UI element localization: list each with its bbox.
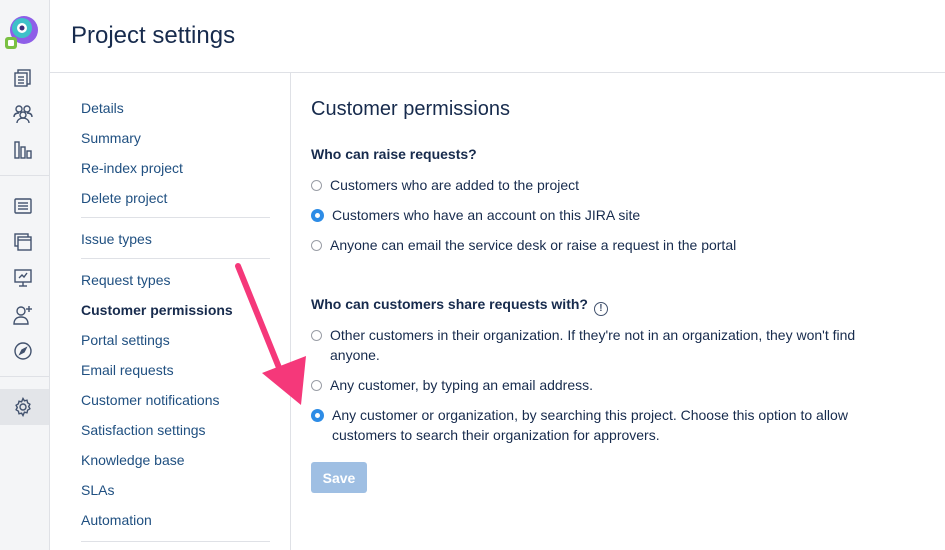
rail-divider: [0, 175, 49, 176]
explore-icon[interactable]: [11, 339, 35, 363]
option-label: Customers who have an account on this JI…: [332, 207, 641, 223]
share-option-search-project[interactable]: Any customer or organization, by searchi…: [311, 407, 871, 445]
sidebar-item-details[interactable]: Details: [81, 100, 124, 116]
sidebar-item-customer-permissions[interactable]: Customer permissions: [81, 302, 233, 318]
raise-request-icon[interactable]: [11, 266, 35, 290]
app-rail: [0, 0, 50, 550]
rail-divider: [0, 376, 49, 377]
queues-icon[interactable]: [11, 66, 35, 90]
radio-button[interactable]: [311, 330, 322, 341]
sidebar-item-summary[interactable]: Summary: [81, 130, 141, 146]
page-header: Project settings: [50, 0, 945, 73]
sidebar-divider: [81, 258, 270, 259]
sidebar-item-delete-project[interactable]: Delete project: [81, 190, 167, 206]
portal-icon[interactable]: [11, 230, 35, 254]
settings-sidebar: Details Summary Re-index project Delete …: [50, 73, 291, 550]
app-logo-icon[interactable]: [5, 15, 39, 49]
section-title: Customer permissions: [311, 98, 510, 120]
share-question-text: Who can customers share requests with?: [311, 296, 588, 312]
settings-icon[interactable]: [11, 395, 35, 419]
radio-button[interactable]: [311, 180, 322, 191]
radio-button-selected[interactable]: [311, 409, 324, 422]
option-label: Any customer, by typing an email address…: [330, 377, 594, 393]
raise-option-added-customers[interactable]: Customers who are added to the project: [311, 177, 871, 195]
raise-option-jira-account[interactable]: Customers who have an account on this JI…: [311, 207, 871, 225]
knowledge-base-icon[interactable]: [11, 194, 35, 218]
radio-button[interactable]: [311, 380, 322, 391]
radio-button-selected[interactable]: [311, 209, 324, 222]
sidebar-item-reindex-project[interactable]: Re-index project: [81, 160, 183, 176]
radio-button[interactable]: [311, 240, 322, 251]
raise-option-anyone[interactable]: Anyone can email the service desk or rai…: [311, 237, 871, 255]
share-requests-question: Who can customers share requests with?!: [311, 296, 608, 316]
sidebar-divider: [81, 541, 270, 542]
share-option-organization[interactable]: Other customers in their organization. I…: [311, 327, 871, 365]
customers-icon[interactable]: [11, 102, 35, 126]
sidebar-item-portal-settings[interactable]: Portal settings: [81, 332, 170, 348]
sidebar-item-request-types[interactable]: Request types: [81, 272, 171, 288]
share-option-email[interactable]: Any customer, by typing an email address…: [311, 377, 871, 395]
option-label: Anyone can email the service desk or rai…: [330, 237, 737, 253]
sidebar-item-issue-types[interactable]: Issue types: [81, 231, 152, 247]
sidebar-item-customer-notifications[interactable]: Customer notifications: [81, 392, 220, 408]
option-label: Any customer or organization, by searchi…: [332, 407, 848, 443]
invite-team-icon[interactable]: [11, 303, 35, 327]
sidebar-divider: [81, 217, 270, 218]
sidebar-item-slas[interactable]: SLAs: [81, 482, 114, 498]
sidebar-item-knowledge-base[interactable]: Knowledge base: [81, 452, 185, 468]
reports-icon[interactable]: [11, 138, 35, 162]
sidebar-item-automation[interactable]: Automation: [81, 512, 152, 528]
option-label: Customers who are added to the project: [330, 177, 580, 193]
info-icon[interactable]: !: [593, 301, 608, 316]
save-button[interactable]: Save: [311, 462, 367, 493]
sidebar-item-satisfaction-settings[interactable]: Satisfaction settings: [81, 422, 206, 438]
option-label: Other customers in their organization. I…: [330, 327, 856, 363]
raise-requests-question: Who can raise requests?: [311, 146, 477, 162]
sidebar-item-email-requests[interactable]: Email requests: [81, 362, 174, 378]
page-title: Project settings: [71, 22, 236, 49]
main-content: Customer permissions Who can raise reque…: [291, 73, 945, 550]
